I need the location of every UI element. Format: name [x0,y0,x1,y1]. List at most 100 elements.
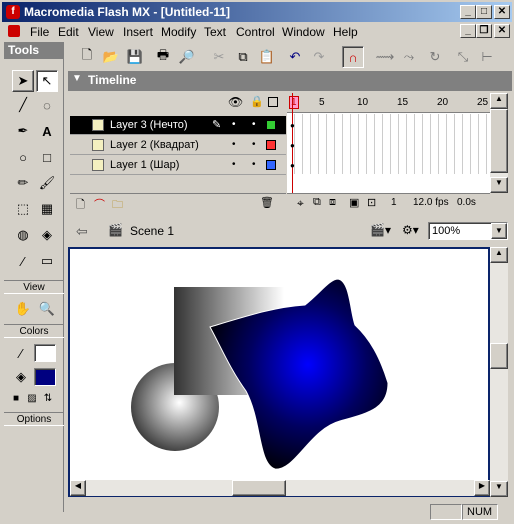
zoom-dropdown-icon[interactable]: ▼ [491,223,507,239]
pen-tool-icon[interactable]: ✒ [12,120,34,142]
zoom-select[interactable]: 100% ▼ [428,222,508,240]
print-icon[interactable]: 🖶 [152,46,174,68]
menu-help[interactable]: Help [333,25,358,39]
onion-skin-icon[interactable]: ⧉ [313,196,321,209]
straighten-icon[interactable]: ⤳ [398,46,420,68]
timeline-header[interactable]: ▼ Timeline [68,71,512,91]
doc-restore-button[interactable]: ❐ [476,24,492,38]
swap-colors-icon[interactable]: ⇅ [40,390,56,406]
scale-icon[interactable]: ⤡ [452,46,474,68]
menu-control[interactable]: Control [236,25,275,39]
menu-modify[interactable]: Modify [161,25,196,39]
fill-color-swatch[interactable] [34,368,56,386]
lock-dot: • [252,119,256,130]
subselect-tool-icon[interactable]: ↖ [36,70,58,92]
free-transform-tool-icon[interactable]: ⬚ [12,198,34,220]
modify-markers-icon[interactable]: ⊡ [367,196,376,209]
delete-layer-icon[interactable]: 🗑 [260,196,274,209]
layer-color-swatch[interactable] [266,120,276,130]
rectangle-tool-icon[interactable]: □ [36,146,58,168]
layer-row[interactable]: Layer 2 (Квадрат) • • [70,136,286,155]
frame-tick-1[interactable]: 1 [289,96,299,109]
open-file-icon[interactable]: 📂 [100,46,122,68]
stage-scroll-down-icon[interactable]: ▼ [490,481,508,497]
zoom-tool-icon[interactable]: 🔍 [36,298,58,320]
add-folder-icon[interactable]: 🗀 [112,196,123,215]
eye-icon[interactable]: 👁 [228,95,243,109]
align-icon[interactable]: ⊢ [476,46,498,68]
edit-scene-icon[interactable]: 🎬▾ [370,223,391,237]
smooth-icon[interactable]: ⟿ [374,46,396,68]
ink-bottle-tool-icon[interactable]: ◍ [12,224,34,246]
stage-vscroll-thumb[interactable] [490,343,508,369]
maximize-button[interactable]: □ [476,5,492,19]
menu-insert[interactable]: Insert [123,25,153,39]
redo-icon[interactable]: ↷ [308,46,330,68]
eyedropper-tool-icon[interactable]: ⁄ [12,250,34,272]
arrow-tool-icon[interactable]: ➤ [12,70,34,92]
fill-transform-tool-icon[interactable]: ▦ [36,198,58,220]
doc-minimize-button[interactable]: _ [460,24,476,38]
no-color-icon[interactable]: ▨ [24,390,40,406]
stage-scroll-left-icon[interactable]: ◀ [70,480,86,496]
collapse-arrow-icon[interactable]: ▼ [72,73,82,84]
cut-icon[interactable]: ✂ [208,46,230,68]
layer-color-swatch[interactable] [266,160,276,170]
undo-icon[interactable]: ↶ [284,46,306,68]
stage[interactable] [68,247,490,497]
layer-row[interactable]: Layer 3 (Нечто) ✎ • • [70,116,286,135]
paste-icon[interactable]: 📋 [256,46,278,68]
layer-header: 👁 🔒 [70,93,286,113]
eraser-tool-icon[interactable]: ▭ [36,250,58,272]
menu-text[interactable]: Text [204,25,226,39]
frame-tick-25: 25 [477,97,489,108]
add-guide-layer-icon[interactable]: ⌒ [94,196,105,212]
menu-window[interactable]: Window [282,25,325,39]
hand-tool-icon[interactable]: ✋ [12,298,34,320]
brush-tool-icon[interactable]: 🖌 [36,172,58,194]
rotate-icon[interactable]: ↻ [424,46,446,68]
stage-hscroll-thumb[interactable] [232,480,286,496]
new-file-icon[interactable]: 🗋 [76,46,98,68]
minimize-button[interactable]: _ [460,5,476,19]
back-arrow-icon[interactable]: ⇦ [76,223,88,240]
stroke-color-swatch[interactable] [34,344,56,362]
onion-outline-icon[interactable]: ⧈ [329,196,336,209]
line-tool-icon[interactable]: ╱ [12,94,34,116]
view-section-label: View [4,280,64,294]
paint-bucket-tool-icon[interactable]: ◈ [36,224,58,246]
stage-hscroll[interactable]: ◀ ▶ [70,480,490,496]
add-layer-icon[interactable]: 🗋 [76,196,85,215]
stage-scroll-right-icon[interactable]: ▶ [474,480,490,496]
default-colors-icon[interactable]: ■ [8,390,24,406]
copy-icon[interactable]: ⧉ [232,46,254,68]
menu-file[interactable]: File [30,25,49,39]
text-tool-icon[interactable]: A [36,120,58,142]
oval-tool-icon[interactable]: ○ [12,146,34,168]
menu-view[interactable]: View [88,25,114,39]
edit-multiple-icon[interactable]: ▣ [349,196,359,209]
outline-icon[interactable] [268,97,278,107]
menu-edit[interactable]: Edit [58,25,79,39]
snap-magnet-icon[interactable]: ∩ [342,46,364,68]
save-icon[interactable]: 💾 [124,46,146,68]
scroll-thumb[interactable] [490,109,508,173]
scene-name[interactable]: Scene 1 [130,224,174,238]
stage-vscroll[interactable]: ▲ ▼ [490,247,508,497]
doc-close-button[interactable]: ✕ [494,24,510,38]
scroll-down-icon[interactable]: ▼ [490,177,508,193]
layer-row[interactable]: Layer 1 (Шар) • • [70,156,286,175]
lock-icon[interactable]: 🔒 [250,95,264,108]
layer-color-swatch[interactable] [266,140,276,150]
frame-grid[interactable] [287,114,490,174]
lasso-tool-icon[interactable]: ◌ [36,94,58,116]
pencil-tool-icon[interactable]: ✏ [12,172,34,194]
close-button[interactable]: ✕ [494,5,510,19]
frames-area[interactable]: 1 5 10 15 20 25 ● ● ● ⌖ ⧉ ⧈ ▣ ⊡ 1 12.0 f… [287,93,490,213]
center-frame-icon[interactable]: ⌖ [297,196,304,211]
print-preview-icon[interactable]: 🔎 [176,46,198,68]
stage-scroll-up-icon[interactable]: ▲ [490,247,508,263]
scroll-up-icon[interactable]: ▲ [490,93,508,109]
edit-symbol-icon[interactable]: ⚙▾ [402,223,419,237]
timeline-vscroll[interactable]: ▲ ▼ [490,93,508,193]
